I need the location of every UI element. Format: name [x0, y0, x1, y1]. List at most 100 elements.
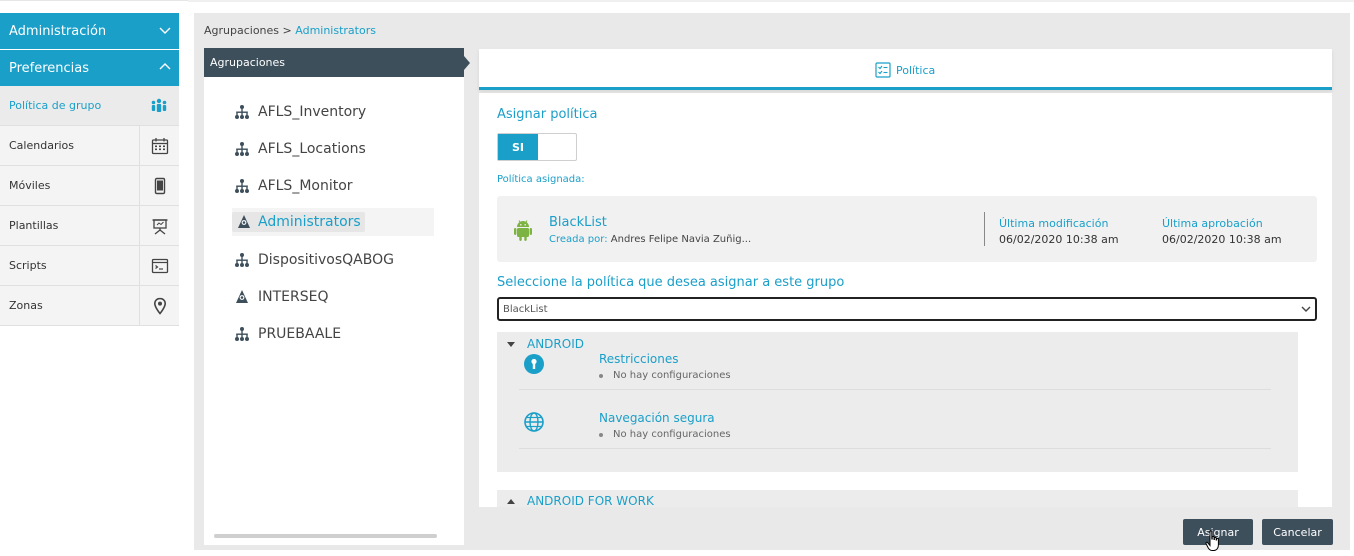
sidebar-section-label: Preferencias — [9, 60, 90, 76]
tab-policy[interactable]: Política — [875, 62, 935, 78]
sidebar-top-divider — [0, 0, 188, 1]
sidebar-item-calendars[interactable]: Calendarios — [0, 126, 179, 166]
caret-down-icon — [507, 341, 515, 347]
group-admin-icon — [236, 290, 248, 303]
section-title: ANDROID — [527, 337, 584, 351]
group-admin-icon — [238, 215, 250, 228]
groups-panel: Agrupaciones AFLS_Inventory AFLS_Locatio… — [204, 48, 470, 545]
sidebar: Administración Preferencias Política de … — [0, 0, 188, 556]
select-policy-label: Seleccione la política que desea asignar… — [497, 275, 845, 290]
sidebar-item-label: Política de grupo — [9, 99, 102, 112]
location-pin-icon — [139, 286, 179, 326]
policy-created-by: Creada por: Andres Felipe Navia Zuñig... — [549, 234, 751, 245]
config-note: No hay configuraciones — [599, 370, 731, 381]
hierarchy-icon — [235, 142, 249, 156]
calendar-icon — [139, 126, 179, 166]
sidebar-item-zones[interactable]: Zonas — [0, 286, 179, 326]
policy-select[interactable]: BlackList — [497, 297, 1317, 321]
breadcrumb: Agrupaciones > Administrators — [204, 24, 376, 37]
policy-name[interactable]: BlackList — [549, 215, 607, 230]
config-secure-browsing[interactable]: Navegación segura No hay configuraciones — [497, 409, 1298, 467]
groups-header: Agrupaciones — [204, 48, 470, 77]
config-title: Restricciones — [599, 352, 679, 366]
breadcrumb-current[interactable]: Administrators — [295, 24, 376, 37]
hierarchy-icon — [235, 105, 249, 119]
chevron-down-icon — [1301, 306, 1311, 312]
group-label: AFLS_Locations — [258, 141, 366, 157]
last-approval-label: Última aprobación — [1162, 217, 1263, 230]
section-title: ANDROID FOR WORK — [527, 494, 654, 507]
hand-cursor-icon — [1205, 530, 1219, 551]
created-by-value: Andres Felipe Navia Zuñig... — [610, 234, 752, 245]
bullet — [599, 432, 603, 437]
assign-policy-title: Asignar política — [497, 107, 598, 122]
checklist-icon — [875, 62, 891, 78]
assign-toggle[interactable]: SI — [497, 133, 577, 161]
sidebar-item-templates[interactable]: Plantillas — [0, 206, 179, 246]
top-divider — [188, 0, 1354, 2]
config-note-text: No hay configuraciones — [613, 370, 731, 381]
config-note: No hay configuraciones — [599, 429, 731, 440]
section-android: ANDROID Restricciones No hay configuraci… — [497, 332, 1298, 472]
group-label: Administrators — [258, 214, 361, 230]
main-panel: Agrupaciones > Administrators Agrupacion… — [194, 13, 1350, 550]
config-divider — [519, 448, 1271, 449]
group-label: INTERSEQ — [258, 289, 329, 305]
tab-bar: Política — [479, 49, 1332, 90]
config-divider — [519, 389, 1271, 390]
breadcrumb-root[interactable]: Agrupaciones — [204, 24, 279, 37]
group-item[interactable]: AFLS_Locations — [234, 135, 366, 163]
hierarchy-icon — [235, 253, 249, 267]
last-modified-label: Última modificación — [999, 217, 1109, 230]
group-label: PRUEBAALE — [258, 326, 342, 342]
sidebar-item-mobiles[interactable]: Móviles — [0, 166, 179, 206]
sidebar-item-label: Scripts — [9, 259, 47, 272]
group-label: AFLS_Inventory — [258, 104, 367, 120]
card-divider — [984, 212, 985, 246]
config-title: Navegación segura — [599, 411, 715, 425]
android-icon — [514, 220, 532, 241]
sidebar-item-label: Plantillas — [9, 219, 59, 232]
group-label: DispositivosQABOG — [258, 252, 394, 268]
sidebar-item-group-policy[interactable]: Política de grupo — [0, 86, 179, 126]
mobile-icon — [139, 166, 179, 206]
hierarchy-icon — [235, 179, 249, 193]
cancel-button[interactable]: Cancelar — [1262, 519, 1333, 545]
section-android-for-work: ANDROID FOR WORK — [497, 490, 1298, 507]
last-modified-value: 06/02/2020 10:38 am — [999, 233, 1119, 246]
assigned-policy-label: Política asignada: — [497, 174, 585, 185]
config-restrictions[interactable]: Restricciones No hay configuraciones — [497, 350, 1298, 408]
sidebar-item-scripts[interactable]: Scripts — [0, 246, 179, 286]
policy-content: Asignar política SI Política asignada: B… — [479, 93, 1332, 507]
sidebar-item-label: Móviles — [9, 179, 51, 192]
presentation-icon — [139, 206, 179, 246]
hierarchy-icon — [235, 327, 249, 341]
group-item[interactable]: INTERSEQ — [234, 283, 328, 311]
groups-horizontal-scrollbar[interactable] — [214, 534, 437, 538]
sidebar-section-administration[interactable]: Administración — [0, 13, 179, 49]
sidebar-section-preferences[interactable]: Preferencias — [0, 50, 179, 86]
sidebar-item-label: Zonas — [9, 299, 43, 312]
breadcrumb-separator: > — [279, 24, 296, 37]
tab-label: Política — [896, 63, 936, 77]
group-item-selected[interactable]: Administrators — [232, 208, 434, 236]
globe-icon — [524, 412, 544, 432]
assigned-policy-card: BlackList Creada por: Andres Felipe Navi… — [497, 196, 1317, 262]
config-note-text: No hay configuraciones — [613, 429, 731, 440]
group-item[interactable]: DispositivosQABOG — [234, 246, 394, 274]
section-android-header[interactable]: ANDROID — [507, 337, 584, 351]
group-item[interactable]: AFLS_Monitor — [234, 172, 353, 200]
group-item[interactable]: AFLS_Inventory — [234, 98, 366, 126]
group-policy-icon — [139, 86, 179, 126]
section-android-work-header[interactable]: ANDROID FOR WORK — [507, 494, 654, 507]
last-approval-value: 06/02/2020 10:38 am — [1162, 233, 1282, 246]
sidebar-section-label: Administración — [9, 23, 107, 39]
restriction-icon — [524, 354, 544, 374]
toggle-on-label: SI — [498, 134, 538, 160]
policy-select-value: BlackList — [503, 303, 548, 315]
created-by-label: Creada por: — [549, 234, 608, 245]
bullet — [599, 373, 603, 378]
group-item[interactable]: PRUEBAALE — [234, 320, 341, 348]
group-chip: Administrators — [232, 212, 365, 232]
group-label: AFLS_Monitor — [258, 178, 353, 194]
